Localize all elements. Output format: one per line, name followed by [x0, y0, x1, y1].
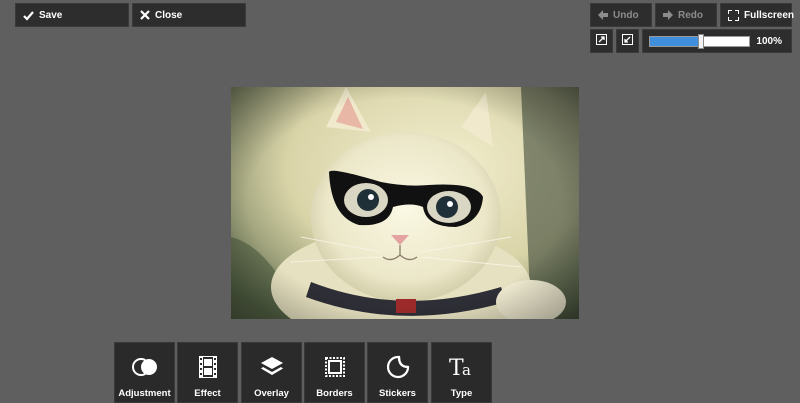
zoom-actual-icon — [622, 34, 633, 48]
tool-label: Type — [450, 388, 473, 399]
cat-photo-image — [231, 87, 579, 319]
tool-stickers-button[interactable]: Stickers — [367, 342, 428, 403]
fullscreen-icon — [728, 9, 739, 21]
zoom-slider[interactable] — [649, 34, 750, 49]
type-icon: T a — [432, 355, 491, 379]
tool-effect-button[interactable]: Effect — [177, 342, 238, 403]
zoom-value: 100% — [756, 36, 782, 47]
close-button[interactable]: Close — [132, 3, 246, 27]
tool-label: Overlay — [254, 388, 289, 399]
redo-button[interactable]: Redo — [655, 3, 717, 27]
photo-canvas[interactable] — [231, 87, 579, 319]
check-icon — [23, 10, 34, 21]
film-icon — [178, 355, 237, 379]
zoom-fit-icon — [596, 34, 607, 48]
zoom-slider-fill — [650, 37, 702, 46]
undo-button[interactable]: Undo — [590, 3, 652, 27]
redo-label: Redo — [678, 9, 703, 21]
tool-label: Effect — [194, 388, 221, 399]
tool-type-button[interactable]: T a Type — [431, 342, 492, 403]
zoom-actual-size-button[interactable] — [616, 29, 639, 53]
save-label: Save — [39, 9, 63, 21]
tool-borders-button[interactable]: Borders — [304, 342, 365, 403]
tool-overlay-button[interactable]: Overlay — [241, 342, 302, 403]
tool-label: Adjustment — [118, 388, 171, 399]
arrow-right-icon — [663, 10, 673, 20]
close-icon — [140, 10, 150, 20]
adjustment-icon — [115, 355, 174, 379]
svg-text:a: a — [462, 361, 471, 379]
tool-label: Stickers — [379, 388, 416, 399]
undo-label: Undo — [613, 9, 639, 21]
fullscreen-button[interactable]: Fullscreen — [720, 3, 795, 27]
frame-icon — [305, 355, 364, 379]
zoom-panel: 100% — [642, 29, 792, 53]
fullscreen-label: Fullscreen — [744, 9, 795, 21]
save-button[interactable]: Save — [15, 3, 129, 27]
tool-adjustment-button[interactable]: Adjustment — [114, 342, 175, 403]
sticker-icon — [368, 355, 427, 379]
photo-editor: Save Close Undo Redo Fullscreen 100% Adj… — [0, 0, 800, 403]
arrow-left-icon — [598, 10, 608, 20]
close-label: Close — [155, 9, 183, 21]
zoom-fit-button[interactable] — [590, 29, 613, 53]
zoom-slider-handle[interactable] — [698, 34, 705, 49]
layers-icon — [242, 355, 301, 379]
tool-label: Borders — [316, 388, 353, 399]
